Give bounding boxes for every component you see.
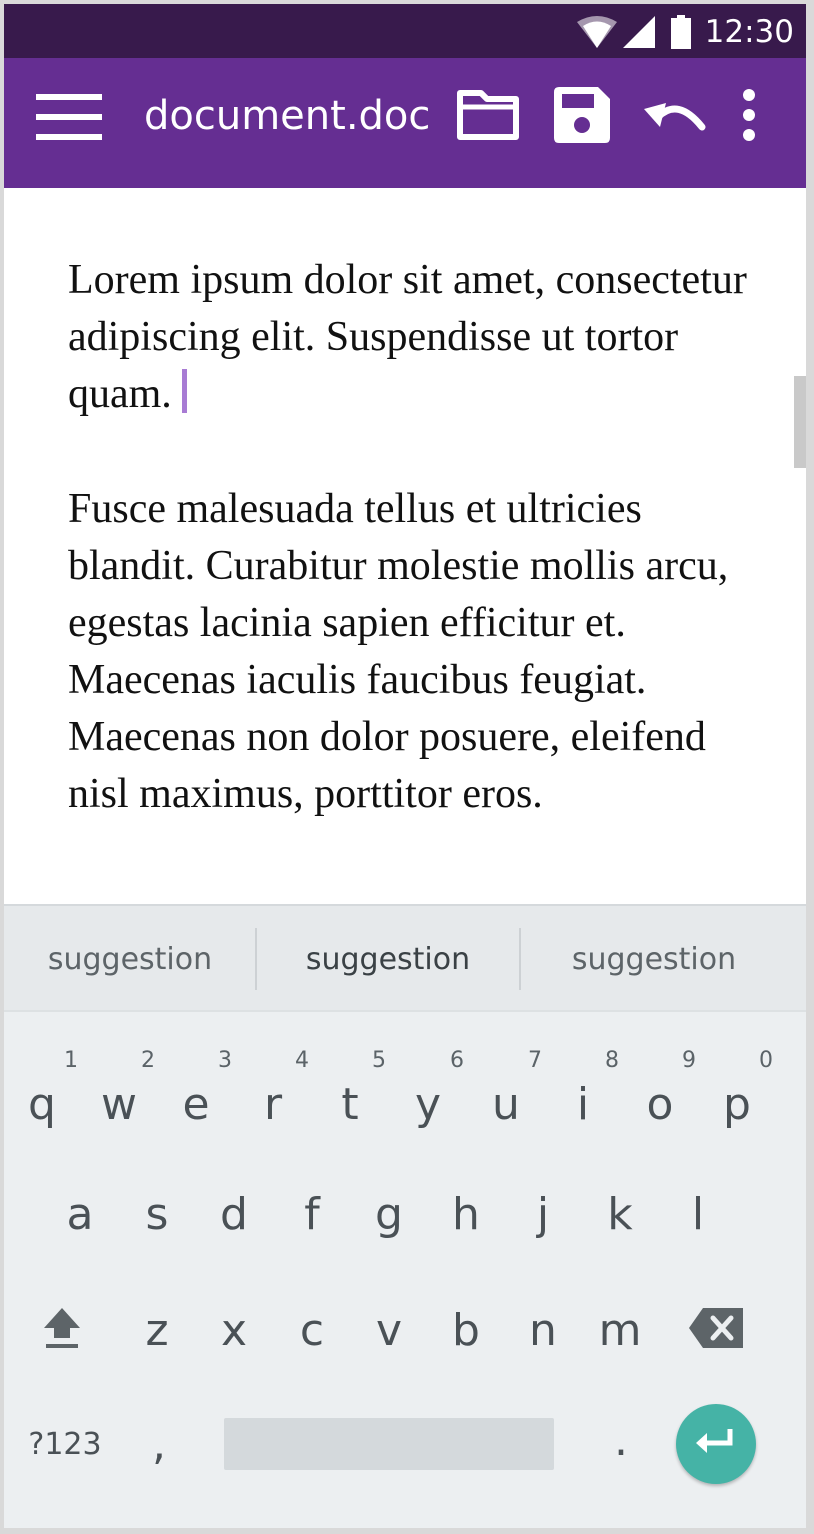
document-paragraph: Fusce malesuada tellus et ultricies blan… [68,486,729,817]
scrollbar[interactable] [794,376,806,468]
status-icons: 12:30 [576,12,794,52]
status-bar: 12:30 [4,4,806,58]
suggestion-middle[interactable]: suggestion [256,906,520,1012]
key-r[interactable]: r4 [237,1048,309,1152]
spacebar[interactable] [224,1418,554,1470]
key-number-hint: 8 [605,1048,619,1073]
shift-icon[interactable] [26,1288,98,1368]
key-o[interactable]: o9 [624,1048,696,1152]
key-label: w [101,1078,137,1130]
key-number-hint: 9 [682,1048,696,1073]
folder-icon[interactable] [456,82,520,148]
suggestion-left[interactable]: suggestion [4,906,256,1012]
key-label: p [723,1078,751,1130]
more-vert-icon[interactable] [734,82,764,148]
battery-icon [670,15,691,49]
key-label: t [341,1078,359,1130]
key-h[interactable]: h [430,1166,502,1262]
key-v[interactable]: v [353,1282,425,1378]
key-label: q [28,1078,56,1130]
document-body[interactable]: Lorem ipsum dolor sit amet, consectetur … [4,188,806,904]
key-label: i [576,1078,590,1130]
key-number-hint: 7 [528,1048,542,1073]
save-icon[interactable] [552,82,612,148]
key-p[interactable]: p0 [701,1048,773,1152]
key-a[interactable]: a [44,1166,116,1262]
hamburger-menu-icon[interactable] [36,94,102,140]
suggestion-bar: suggestion suggestion suggestion [4,904,806,1012]
document-paragraph: Lorem ipsum dolor sit amet, consectetur … [68,252,768,423]
symbols-key[interactable]: ?123 [22,1408,108,1480]
key-w[interactable]: w2 [83,1048,155,1152]
keyboard: q1w2e3r4t5y6u7i8o9p0 asdfghjkl zxcvbnm ?… [4,1010,806,1528]
key-number-hint: 2 [141,1048,155,1073]
key-label: e [182,1078,210,1130]
enter-icon [696,1429,736,1459]
key-z[interactable]: z [121,1282,193,1378]
status-time: 12:30 [704,14,794,50]
enter-key[interactable] [676,1404,756,1484]
paragraph-text: Lorem ipsum dolor sit amet, consectetur … [68,257,747,417]
key-f[interactable]: f [276,1166,348,1262]
key-number-hint: 4 [295,1048,309,1073]
key-t[interactable]: t5 [314,1048,386,1152]
backspace-icon[interactable] [680,1292,752,1364]
key-number-hint: 5 [372,1048,386,1073]
key-n[interactable]: n [507,1282,579,1378]
period-key[interactable]: . [596,1404,646,1476]
key-number-hint: 6 [450,1048,464,1073]
key-b[interactable]: b [430,1282,502,1378]
key-l[interactable]: l [662,1166,734,1262]
key-c[interactable]: c [276,1282,348,1378]
key-s[interactable]: s [121,1166,193,1262]
key-j[interactable]: j [507,1166,579,1262]
key-m[interactable]: m [584,1282,656,1378]
key-label: y [414,1078,442,1130]
phone-screen: 12:30 document.doc Lorem ipsum dolor sit… [4,4,806,1528]
key-y[interactable]: y6 [392,1048,464,1152]
key-label: o [646,1078,674,1130]
suggestion-right[interactable]: suggestion [520,906,788,1012]
document-title: document.doc [144,93,431,139]
text-cursor [181,369,187,413]
key-q[interactable]: q1 [6,1048,78,1152]
key-x[interactable]: x [198,1282,270,1378]
app-bar: document.doc [4,58,806,188]
key-i[interactable]: i8 [547,1048,619,1152]
key-number-hint: 3 [218,1048,232,1073]
key-number-hint: 0 [759,1048,773,1073]
key-number-hint: 1 [64,1048,78,1073]
key-label: u [492,1078,520,1130]
cellular-signal-icon [622,16,655,48]
key-d[interactable]: d [198,1166,270,1262]
key-g[interactable]: g [353,1166,425,1262]
wifi-icon [576,16,617,48]
undo-icon[interactable] [642,82,712,148]
comma-key[interactable]: , [134,1408,184,1480]
key-k[interactable]: k [584,1166,656,1262]
key-e[interactable]: e3 [160,1048,232,1152]
key-label: r [263,1078,283,1130]
key-u[interactable]: u7 [470,1048,542,1152]
